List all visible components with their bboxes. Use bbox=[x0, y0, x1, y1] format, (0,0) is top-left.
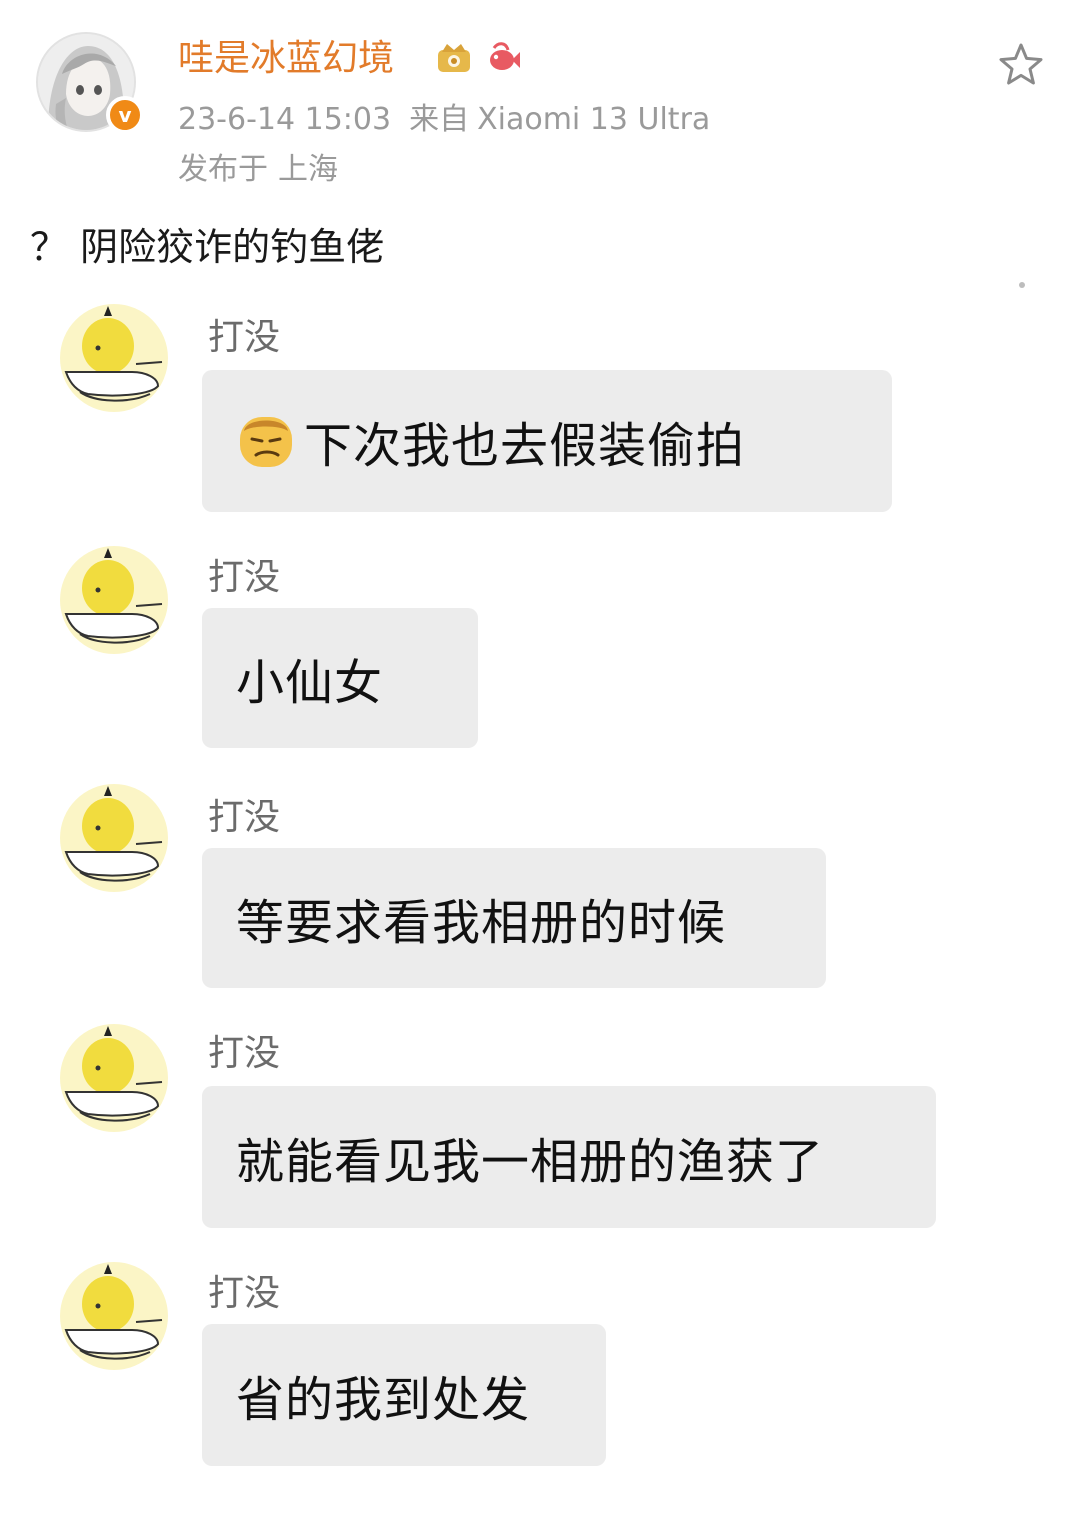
message-sender: 打没 bbox=[208, 557, 281, 598]
message-text: 等要求看我相册的时候 bbox=[236, 895, 727, 951]
message-sender: 打没 bbox=[208, 1273, 281, 1314]
message-bubble: 等要求看我相册的时候 bbox=[202, 848, 826, 988]
duck-avatar-icon bbox=[58, 782, 170, 894]
message-sender: 打没 bbox=[208, 317, 281, 358]
message-sender: 打没 bbox=[208, 1033, 281, 1074]
author-avatar[interactable]: v bbox=[36, 32, 144, 136]
post-device[interactable]: Xiaomi 13 Ultra bbox=[477, 102, 710, 137]
message-sender: 打没 bbox=[208, 797, 281, 838]
message-text: 小仙女 bbox=[236, 655, 384, 711]
post-time: 23-6-14 15:03 bbox=[178, 102, 392, 137]
message-bubble: 小仙女 bbox=[202, 608, 478, 748]
message-text: 下次我也去假装偷拍 bbox=[304, 418, 746, 474]
verified-v-icon: v bbox=[106, 96, 144, 134]
message-text: 就能看见我一相册的渔获了 bbox=[236, 1134, 825, 1190]
message-bubble: 省的我到处发 bbox=[202, 1324, 606, 1466]
post-location: 发布于 上海 bbox=[178, 150, 338, 190]
message-bubble: 下次我也去假装偷拍 bbox=[202, 370, 892, 512]
duck-avatar-icon bbox=[58, 302, 170, 414]
smirking-face-emoji-icon bbox=[236, 411, 296, 471]
author-badges bbox=[434, 38, 522, 78]
chat-screenshot-image: 打没 下次我也去假装偷拍 打没 小仙女 打没 等要求看我相册的时候 打没 就能看… bbox=[40, 282, 1034, 1512]
duck-avatar-icon bbox=[58, 1022, 170, 1134]
vip-crown-icon bbox=[434, 38, 474, 78]
duck-avatar-icon bbox=[58, 1260, 170, 1372]
location-label: 发布于 bbox=[178, 152, 268, 187]
post-meta: 23-6-14 15:03 来自 Xiaomi 13 Ultra bbox=[178, 100, 710, 140]
message-bubble: 就能看见我一相册的渔获了 bbox=[202, 1086, 936, 1228]
post-text: ？ 阴险狡诈的钓鱼佬 bbox=[30, 225, 385, 269]
message-text: 省的我到处发 bbox=[236, 1372, 531, 1428]
post-source-label: 来自 bbox=[409, 102, 470, 137]
favorite-star-icon[interactable] bbox=[996, 40, 1046, 90]
duck-avatar-icon bbox=[58, 544, 170, 656]
author-name[interactable]: 哇是冰蓝幻境 bbox=[178, 36, 394, 82]
location-value: 上海 bbox=[278, 152, 338, 187]
koi-fish-icon bbox=[482, 38, 522, 78]
